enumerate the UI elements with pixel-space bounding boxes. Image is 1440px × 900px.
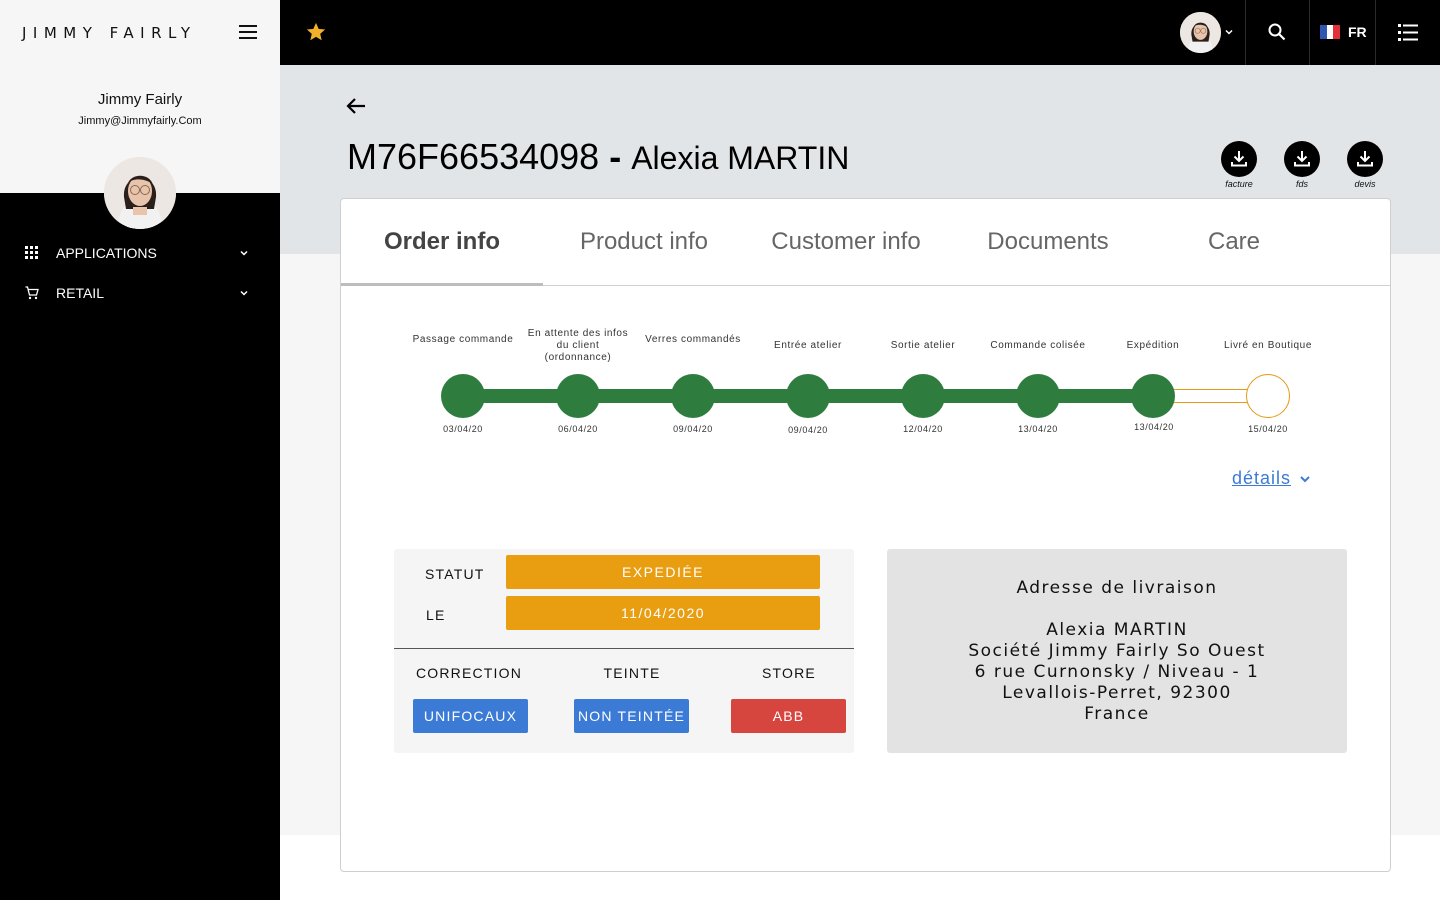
tab-bar: Order info Product info Customer info Do… — [341, 199, 1390, 286]
avatar — [104, 157, 176, 229]
date-badge: 11/04/2020 — [506, 596, 820, 630]
download-label: facture — [1225, 179, 1253, 189]
store-button[interactable]: ABB — [731, 699, 846, 733]
order-id: M76F66534098 — [347, 136, 600, 177]
chevron-down-icon — [240, 250, 248, 256]
timeline-step-label: En attente des infos du client (ordonnan… — [527, 328, 629, 363]
customer-name: Alexia MARTIN — [631, 140, 850, 176]
timeline-step-date: 13/04/20 — [1134, 422, 1174, 432]
chevron-down-icon[interactable] — [1224, 28, 1234, 36]
back-arrow-icon[interactable] — [344, 94, 368, 118]
teinte-button[interactable]: NON TEINTÉE — [574, 699, 689, 733]
list-menu-icon[interactable] — [1398, 24, 1418, 41]
brand-logo[interactable]: JIMMY FAIRLY — [22, 24, 197, 42]
timeline-step-label: Expédition — [1126, 340, 1180, 351]
search-icon[interactable] — [1267, 22, 1287, 42]
address-title: Adresse de livraison — [1016, 578, 1218, 598]
chevron-down-icon — [240, 290, 248, 296]
timeline-step-done — [786, 374, 830, 418]
correction-label: CORRECTION — [415, 665, 523, 681]
download-icon — [1357, 151, 1373, 167]
store-label: STORE — [762, 665, 816, 681]
sidebar: JIMMY FAIRLY Jimmy Fairly Jimmy@Jimmyfai… — [0, 0, 280, 900]
teinte-label: TEINTE — [603, 665, 661, 681]
timeline-step-done — [671, 374, 715, 418]
status-panel: STATUT EXPEDIÉE LE 11/04/2020 CORRECTION… — [394, 549, 854, 753]
menu-toggle-icon[interactable] — [239, 25, 257, 39]
active-tab-indicator — [341, 283, 543, 286]
address-line: 6 rue Curnonsky / Niveau - 1 — [974, 662, 1260, 682]
chevron-down-icon — [1300, 475, 1310, 482]
timeline-step-done — [901, 374, 945, 418]
date-label: LE — [426, 607, 446, 623]
timeline-step-date: 15/04/20 — [1248, 424, 1288, 434]
timeline-step-label: Commande colisée — [990, 340, 1086, 351]
divider — [1309, 0, 1310, 65]
timeline-step-label: Sortie atelier — [890, 340, 956, 351]
user-email: Jimmy@Jimmyfairly.Com — [78, 115, 202, 127]
user-name: Jimmy Fairly — [97, 91, 183, 108]
top-bar: FR — [280, 0, 1440, 65]
delivery-address-panel: Adresse de livraison Alexia MARTIN Socié… — [887, 549, 1347, 753]
address-line: Levallois-Perret, 92300 — [1002, 683, 1232, 703]
tab-customer-info[interactable]: Customer info — [745, 199, 947, 285]
timeline-step-date: 09/04/20 — [788, 425, 828, 435]
timeline-step-label: Verres commandés — [645, 334, 741, 345]
sidebar-item-label: APPLICATIONS — [56, 245, 157, 261]
download-icon — [1231, 151, 1247, 167]
grid-icon — [25, 246, 38, 259]
user-avatar[interactable] — [1180, 12, 1221, 53]
divider — [1245, 0, 1246, 65]
timeline-step-done — [556, 374, 600, 418]
france-flag-icon — [1320, 25, 1341, 39]
divider — [1375, 0, 1376, 65]
details-link[interactable]: détails — [1232, 468, 1311, 489]
tab-documents[interactable]: Documents — [947, 199, 1149, 285]
timeline-step-date: 09/04/20 — [673, 424, 713, 434]
timeline-step-date: 03/04/20 — [443, 424, 483, 434]
address-line: Alexia MARTIN — [1046, 620, 1188, 640]
timeline-step-date: 13/04/20 — [1018, 424, 1058, 434]
timeline-step-done — [1131, 374, 1175, 418]
tab-care[interactable]: Care — [1149, 199, 1319, 285]
correction-button[interactable]: UNIFOCAUX — [413, 699, 528, 733]
timeline-step-date: 06/04/20 — [558, 424, 598, 434]
timeline-step-label: Passage commande — [412, 334, 514, 345]
cart-icon — [25, 286, 39, 300]
star-icon[interactable] — [305, 21, 327, 43]
sidebar-item-applications[interactable]: APPLICATIONS — [0, 233, 280, 273]
sidebar-item-retail[interactable]: RETAIL — [0, 273, 280, 313]
download-devis-button[interactable]: devis — [1347, 141, 1383, 189]
timeline-step-date: 12/04/20 — [903, 424, 943, 434]
language-code: FR — [1348, 24, 1367, 40]
statut-badge: EXPEDIÉE — [506, 555, 820, 589]
order-card: Order info Product info Customer info Do… — [340, 198, 1391, 872]
address-line: Société Jimmy Fairly So Ouest — [968, 641, 1266, 661]
details-label: détails — [1232, 468, 1292, 488]
download-label: fds — [1295, 179, 1308, 189]
timeline-step-pending — [1246, 374, 1290, 418]
language-selector[interactable]: FR — [1320, 22, 1367, 42]
title-separator: - — [599, 136, 632, 177]
tab-order-info[interactable]: Order info — [341, 199, 543, 285]
sidebar-item-label: RETAIL — [56, 285, 104, 301]
download-label: devis — [1354, 179, 1376, 189]
statut-label: STATUT — [425, 566, 485, 582]
timeline-step-label: Entrée atelier — [774, 340, 842, 351]
timeline-step-done — [441, 374, 485, 418]
download-facture-button[interactable]: facture — [1221, 141, 1257, 189]
address-line: France — [1084, 704, 1150, 724]
divider — [394, 648, 854, 649]
timeline-step-done — [1016, 374, 1060, 418]
download-icon — [1294, 151, 1310, 167]
download-fds-button[interactable]: fds — [1284, 141, 1320, 189]
page-title: M76F66534098 - Alexia MARTIN — [347, 136, 849, 178]
tab-product-info[interactable]: Product info — [543, 199, 745, 285]
timeline-step-label: Livré en Boutique — [1223, 340, 1313, 351]
